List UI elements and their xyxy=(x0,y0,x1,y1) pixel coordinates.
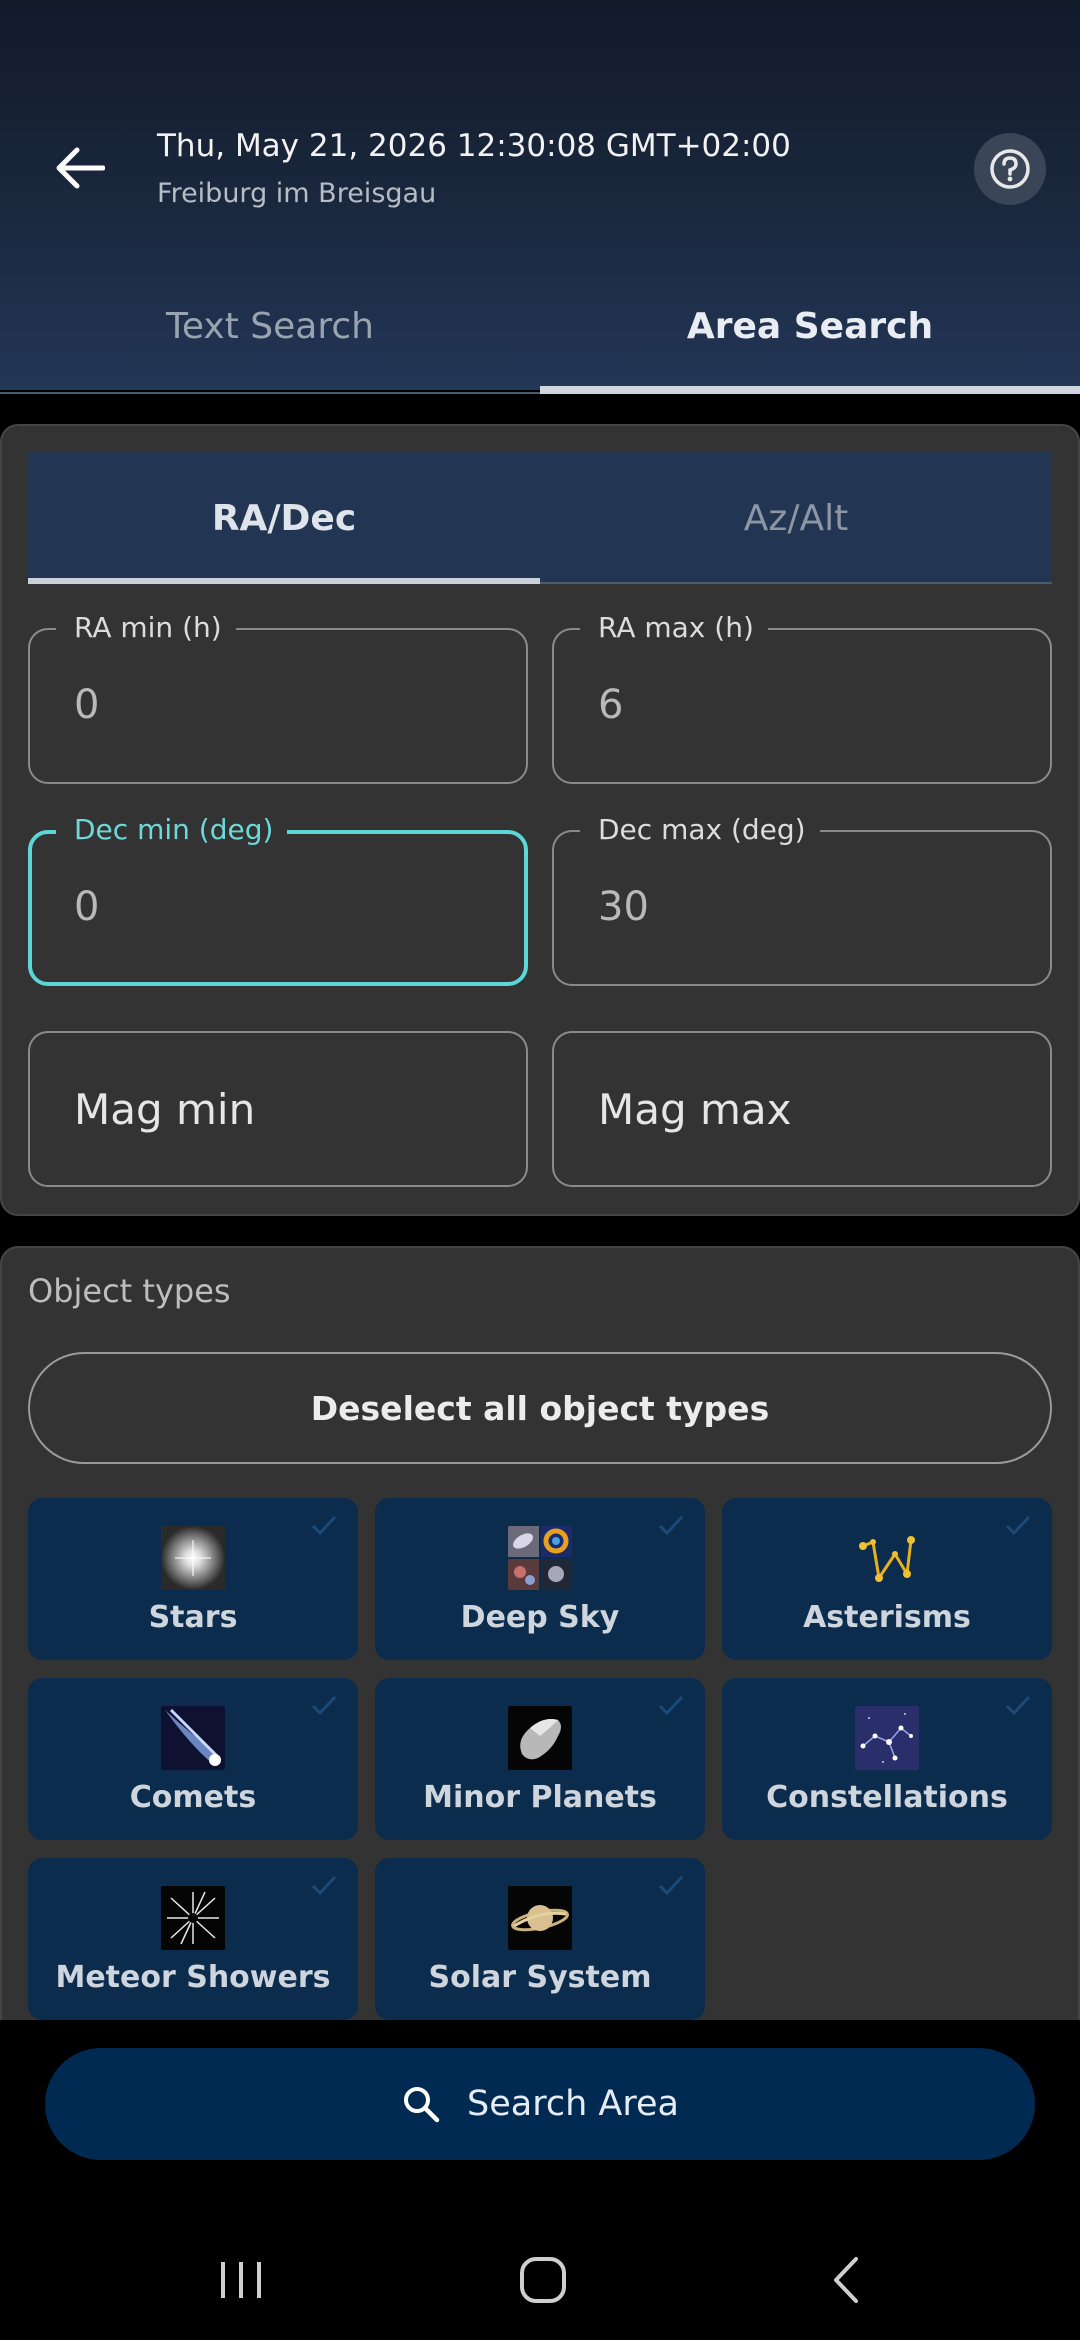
tab-area-search[interactable]: Area Search xyxy=(540,258,1080,394)
tab-ra-dec[interactable]: RA/Dec xyxy=(28,452,540,584)
mag-min-placeholder: Mag min xyxy=(74,1085,256,1134)
search-mode-tabs: Text Search Area Search xyxy=(0,258,1080,394)
home-button[interactable] xyxy=(503,2240,583,2320)
ra-max-label: RA max (h) xyxy=(580,606,768,650)
object-type-label: Deep Sky xyxy=(460,1600,620,1635)
search-area-label: Search Area xyxy=(467,2084,679,2124)
system-navigation-bar xyxy=(0,2210,1080,2340)
search-area-button[interactable]: Search Area xyxy=(45,2048,1035,2160)
object-type-meteor-showers[interactable]: Meteor Showers xyxy=(28,1858,358,2020)
object-type-constellations[interactable]: Constellations xyxy=(722,1678,1052,1840)
ra-min-field[interactable]: RA min (h) 0 xyxy=(28,606,528,784)
object-type-asterisms[interactable]: Asterisms xyxy=(722,1498,1052,1660)
search-icon xyxy=(404,2087,440,2123)
minor-planets-icon xyxy=(508,1706,572,1770)
object-type-comets[interactable]: Comets xyxy=(28,1678,358,1840)
deep-sky-icon xyxy=(508,1526,572,1590)
object-type-label: Meteor Showers xyxy=(55,1960,331,1995)
tab-text-search[interactable]: Text Search xyxy=(0,258,540,394)
dec-max-field[interactable]: Dec max (deg) 30 xyxy=(552,808,1052,986)
object-type-label: Solar System xyxy=(428,1960,652,1995)
object-type-label: Minor Planets xyxy=(423,1780,657,1815)
chevron-left-icon xyxy=(834,2257,858,2303)
check-icon xyxy=(658,1695,684,1716)
ra-min-value: 0 xyxy=(74,682,100,728)
constellations-icon xyxy=(855,1706,919,1770)
object-type-label: Asterisms xyxy=(803,1600,971,1635)
ra-min-label: RA min (h) xyxy=(56,606,236,650)
dec-max-label: Dec max (deg) xyxy=(580,808,820,852)
coordinate-system-tabs: RA/Dec Az/Alt xyxy=(28,452,1052,584)
check-icon xyxy=(311,1515,337,1536)
arrow-left-icon xyxy=(56,147,105,189)
dec-min-value: 0 xyxy=(74,884,100,930)
mag-max-placeholder: Mag max xyxy=(598,1085,792,1134)
tab-az-alt[interactable]: Az/Alt xyxy=(540,452,1052,584)
back-button[interactable] xyxy=(44,132,116,204)
ra-max-value: 6 xyxy=(598,682,624,728)
object-type-stars[interactable]: Stars xyxy=(28,1498,358,1660)
meteor-showers-icon xyxy=(161,1886,225,1950)
dec-max-value: 30 xyxy=(598,884,649,930)
object-types-title: Object types xyxy=(28,1272,231,1310)
stars-icon xyxy=(161,1526,225,1590)
object-type-label: Comets xyxy=(129,1780,257,1815)
object-type-label: Constellations xyxy=(766,1780,1008,1815)
check-icon xyxy=(658,1515,684,1536)
check-icon xyxy=(1005,1515,1031,1536)
deselect-all-button[interactable]: Deselect all object types xyxy=(28,1352,1052,1464)
comets-icon xyxy=(161,1706,225,1770)
mag-max-field[interactable]: Mag max xyxy=(552,1031,1052,1187)
app-header: Thu, May 21, 2026 12:30:08 GMT+02:00 Fre… xyxy=(0,0,1080,394)
recent-apps-icon xyxy=(221,2262,261,2298)
object-type-minor-planets[interactable]: Minor Planets xyxy=(375,1678,705,1840)
mag-min-field[interactable]: Mag min xyxy=(28,1031,528,1187)
dec-min-label: Dec min (deg) xyxy=(56,808,288,852)
check-icon xyxy=(1005,1695,1031,1716)
help-icon xyxy=(990,149,1030,189)
recent-apps-button[interactable] xyxy=(202,2240,282,2320)
check-icon xyxy=(311,1875,337,1896)
object-type-deep-sky[interactable]: Deep Sky xyxy=(375,1498,705,1660)
observation-location: Freiburg im Breisgau xyxy=(157,178,437,209)
solar-system-icon xyxy=(508,1886,572,1950)
system-back-button[interactable] xyxy=(806,2240,886,2320)
observation-datetime: Thu, May 21, 2026 12:30:08 GMT+02:00 xyxy=(157,128,791,164)
home-icon xyxy=(520,2257,566,2303)
object-type-label: Stars xyxy=(148,1600,238,1635)
check-icon xyxy=(311,1695,337,1716)
asterisms-icon xyxy=(855,1526,919,1590)
dec-min-field[interactable]: Dec min (deg) 0 xyxy=(28,808,528,986)
ra-max-field[interactable]: RA max (h) 6 xyxy=(552,606,1052,784)
object-type-solar-system[interactable]: Solar System xyxy=(375,1858,705,2020)
check-icon xyxy=(658,1875,684,1896)
help-button[interactable] xyxy=(974,133,1046,205)
